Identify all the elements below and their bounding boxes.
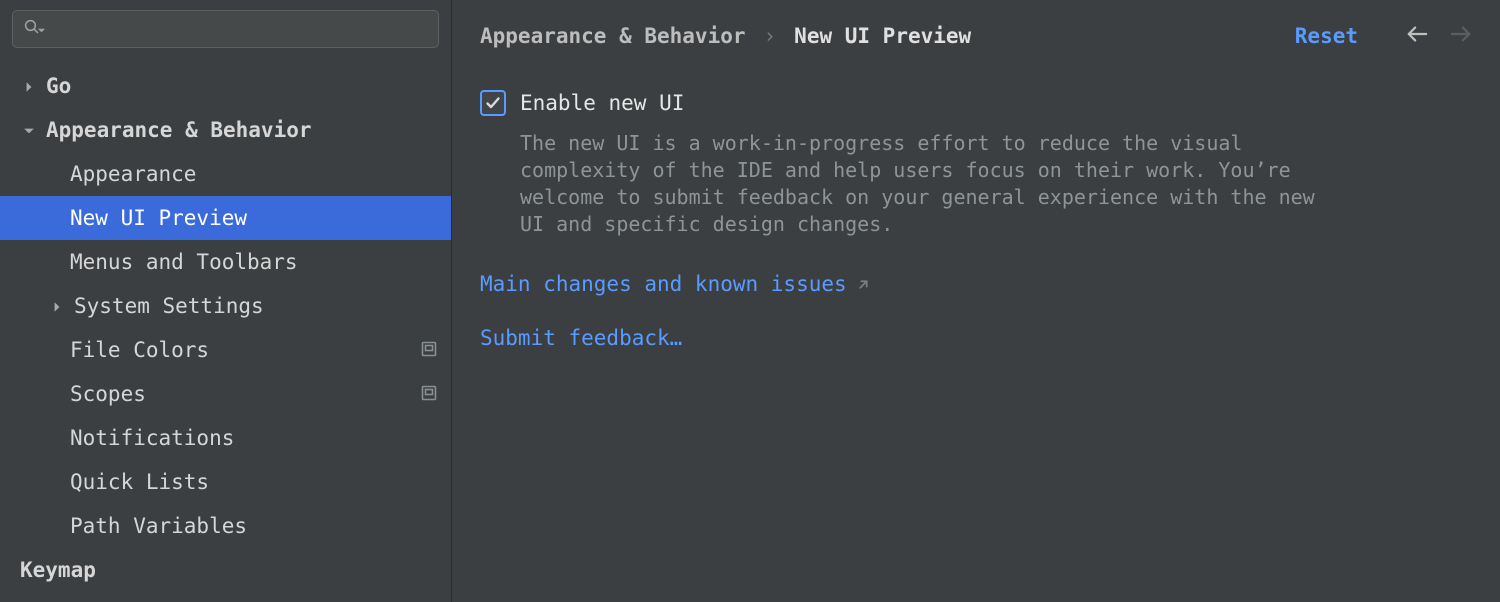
chevron-right-icon [20, 74, 38, 98]
enable-new-ui-label: Enable new UI [520, 91, 684, 115]
tree-item-label: Scopes [70, 382, 146, 406]
tree-item-notifications[interactable]: Notifications [0, 416, 451, 460]
project-scope-icon [421, 338, 437, 362]
settings-sidebar: Go Appearance & Behavior Appearance New UI … [0, 0, 452, 602]
tree-item-label: Keymap [20, 558, 96, 582]
nav-back-button[interactable] [1406, 24, 1428, 48]
tree-item-label: Menus and Toolbars [70, 250, 298, 274]
tree-item-go[interactable]: Go [0, 64, 451, 108]
tree-item-label: File Colors [70, 338, 209, 362]
tree-item-label: Appearance & Behavior [46, 118, 312, 142]
tree-item-new-ui-preview[interactable]: New UI Preview [0, 196, 451, 240]
enable-new-ui-description: The new UI is a work-in-progress effort … [520, 130, 1340, 238]
chevron-right-icon [48, 294, 66, 318]
tree-item-quick-lists[interactable]: Quick Lists [0, 460, 451, 504]
tree-item-label: Quick Lists [70, 470, 209, 494]
enable-new-ui-checkbox[interactable] [480, 90, 506, 116]
submit-feedback-link[interactable]: Submit feedback… [480, 326, 682, 350]
tree-item-appearance-behavior[interactable]: Appearance & Behavior [0, 108, 451, 152]
tree-item-label: Go [46, 74, 71, 98]
tree-item-label: New UI Preview [70, 206, 247, 230]
nav-forward-button [1450, 24, 1472, 48]
settings-main: Appearance & Behavior › New UI Preview R… [452, 0, 1500, 602]
tree-item-system-settings[interactable]: System Settings [0, 284, 451, 328]
settings-search[interactable] [12, 10, 439, 48]
external-link-icon [857, 272, 870, 296]
tree-item-menus-and-toolbars[interactable]: Menus and Toolbars [0, 240, 451, 284]
tree-item-appearance[interactable]: Appearance [0, 152, 451, 196]
tree-item-label: Appearance [70, 162, 196, 186]
breadcrumb-leaf: New UI Preview [794, 24, 971, 48]
tree-item-path-variables[interactable]: Path Variables [0, 504, 451, 548]
search-input[interactable] [52, 20, 428, 39]
tree-item-label: Path Variables [70, 514, 247, 538]
breadcrumb-header: Appearance & Behavior › New UI Preview R… [480, 24, 1472, 48]
tree-item-scopes[interactable]: Scopes [0, 372, 451, 416]
breadcrumb-root[interactable]: Appearance & Behavior [480, 24, 746, 48]
reset-button[interactable]: Reset [1295, 24, 1358, 48]
tree-item-keymap[interactable]: Keymap [0, 548, 451, 592]
chevron-down-icon [37, 20, 46, 39]
project-scope-icon [421, 382, 437, 406]
tree-item-label: Notifications [70, 426, 234, 450]
main-changes-link[interactable]: Main changes and known issues [480, 272, 847, 296]
tree-item-label: System Settings [74, 294, 264, 318]
tree-item-file-colors[interactable]: File Colors [0, 328, 451, 372]
chevron-down-icon [20, 118, 38, 142]
breadcrumb-separator: › [764, 24, 777, 48]
settings-tree: Go Appearance & Behavior Appearance New UI … [0, 60, 451, 602]
